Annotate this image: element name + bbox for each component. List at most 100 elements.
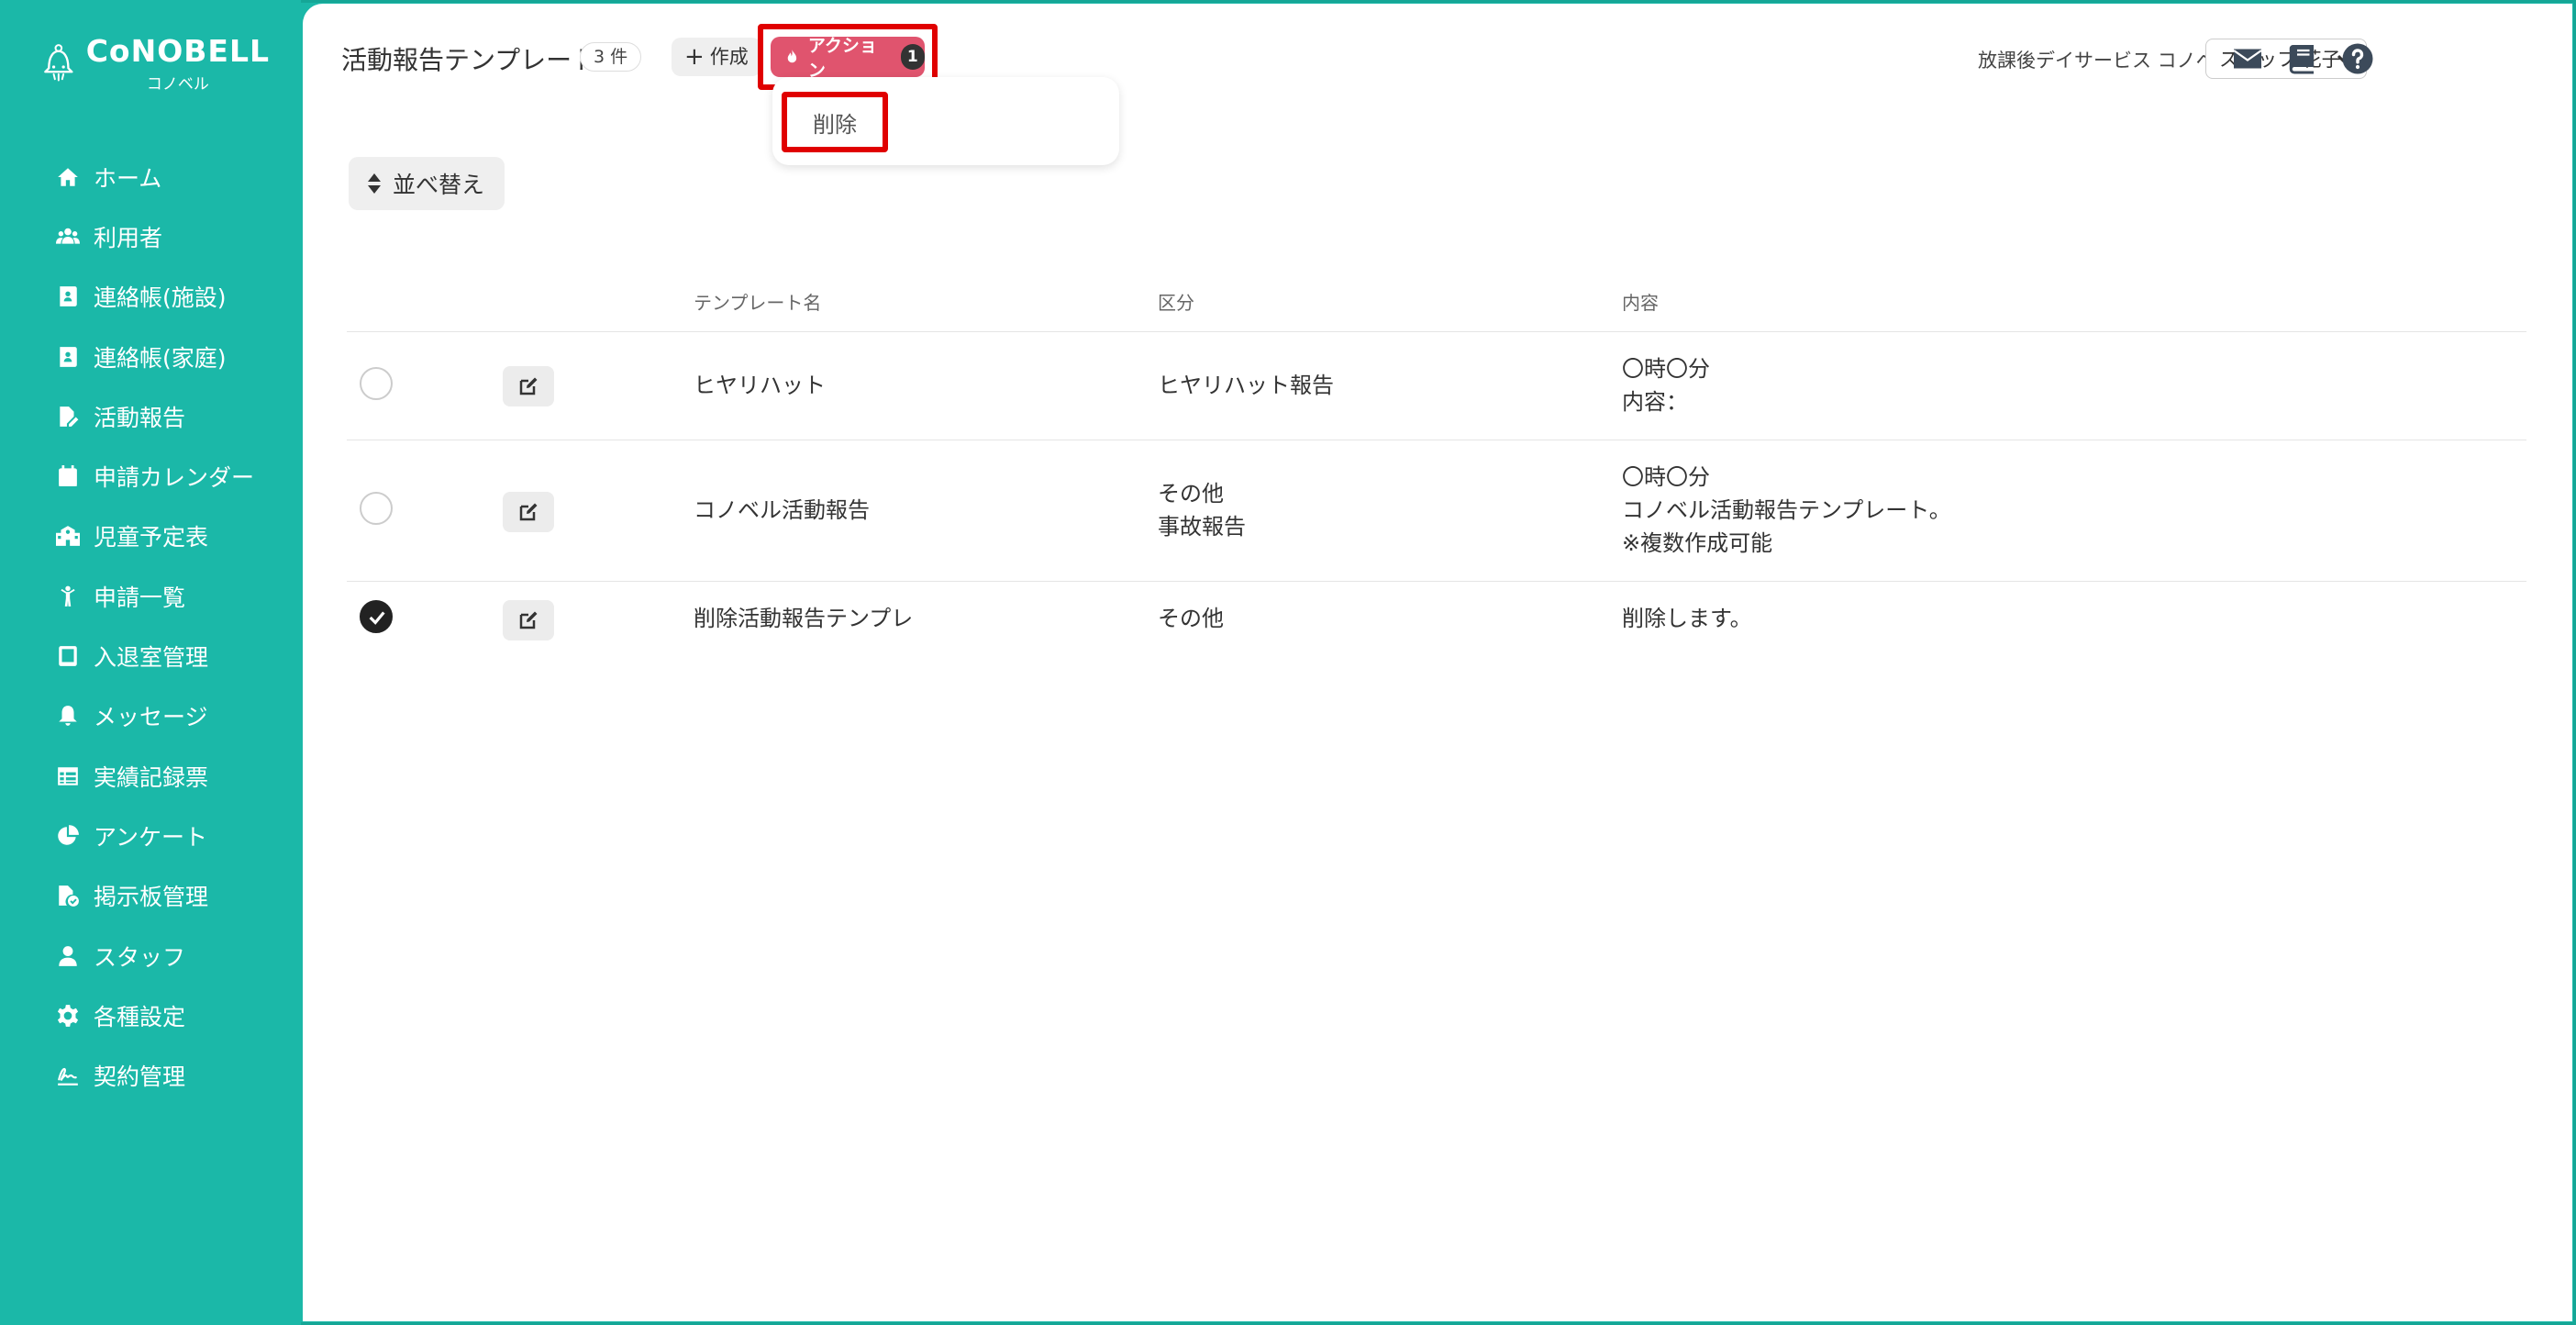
action-button-label: アクション xyxy=(807,36,877,81)
home-icon xyxy=(53,162,83,192)
sidebar-item-calendar[interactable]: 申請カレンダー xyxy=(0,446,301,506)
file-edit-icon xyxy=(53,402,83,431)
calendar-icon xyxy=(53,462,83,491)
sidebar-item-label: 申請カレンダー xyxy=(94,464,255,492)
cell-content-line: 内容： xyxy=(1622,389,1688,415)
cell-name: 削除活動報告テンプレ xyxy=(694,606,914,631)
cell-content-line: 〇時〇分 xyxy=(1622,464,1710,490)
bell-logo-icon xyxy=(44,44,73,82)
page-title: 活動報告テンプレート xyxy=(341,45,598,75)
cell-name: ヒヤリハット xyxy=(694,373,826,398)
logo-text: CoNOBELL xyxy=(85,33,270,69)
sidebar-item-label: 連絡帳(施設) xyxy=(94,284,227,312)
sidebar-item-label: 児童予定表 xyxy=(94,524,209,551)
count-badge: 3 件 xyxy=(580,42,642,72)
table-icon xyxy=(53,762,83,791)
template-table: テンプレート名 区分 内容 ヒヤリハット ヒヤリハット報告 〇時〇分 内容： コ… xyxy=(347,262,2526,655)
header-name: テンプレート名 xyxy=(694,292,822,314)
cell-content-line: コノベル活動報告テンプレート。 xyxy=(1622,497,1951,523)
school-icon xyxy=(53,521,83,551)
main-panel: 活動報告テンプレート 3 件 + 作成 アクション 1 削除 放課後デイサービス… xyxy=(303,4,2572,1321)
contact-book-icon xyxy=(53,282,83,311)
tablet-icon xyxy=(53,641,83,671)
logo[interactable]: CoNOBELL コノベル xyxy=(40,31,270,95)
cell-category: 事故報告 xyxy=(1158,514,1246,540)
bell-icon xyxy=(53,701,83,730)
book-icon[interactable] xyxy=(2286,42,2319,75)
row-checkbox[interactable] xyxy=(360,492,393,525)
sidebar-item-label: 申請一覧 xyxy=(94,584,186,611)
sidebar-item-users[interactable]: 利用者 xyxy=(0,206,301,266)
sidebar-item-label: 実績記録票 xyxy=(94,763,209,791)
edit-button[interactable] xyxy=(503,366,554,406)
edit-button[interactable] xyxy=(503,600,554,640)
cell-content-line: 〇時〇分 xyxy=(1622,356,1710,382)
sidebar-item-label: 掲示板管理 xyxy=(94,884,209,911)
edit-icon xyxy=(519,503,538,521)
sidebar-item-label: 連絡帳(家庭) xyxy=(94,344,227,372)
sidebar-item-home[interactable]: ホーム xyxy=(0,147,301,206)
facility-name: 放課後デイサービス コノベル xyxy=(1978,50,2235,72)
sidebar-item-survey[interactable]: アンケート xyxy=(0,806,301,865)
staff-icon xyxy=(53,941,83,971)
sort-icon xyxy=(368,173,381,194)
gear-icon xyxy=(53,1001,83,1030)
logo-subtext: コノベル xyxy=(146,75,209,94)
pie-chart-icon xyxy=(53,821,83,851)
file-check-icon xyxy=(53,881,83,910)
help-icon[interactable] xyxy=(2341,42,2374,75)
sidebar-item-messages[interactable]: メッセージ xyxy=(0,686,301,746)
sidebar-item-settings[interactable]: 各種設定 xyxy=(0,985,301,1045)
action-count-badge: 1 xyxy=(900,44,925,70)
sidebar-item-contract[interactable]: 契約管理 xyxy=(0,1045,301,1105)
sidebar-item-schedule[interactable]: 児童予定表 xyxy=(0,507,301,566)
table-header: テンプレート名 区分 内容 xyxy=(347,262,2526,332)
signature-icon xyxy=(53,1061,83,1090)
cell-content-line: 削除します。 xyxy=(1622,606,1752,631)
edit-icon xyxy=(519,611,538,629)
plus-icon: + xyxy=(684,43,705,71)
sidebar-item-activity-report[interactable]: 活動報告 xyxy=(0,386,301,446)
sidebar-item-label: 契約管理 xyxy=(94,1063,186,1091)
action-button[interactable]: アクション 1 xyxy=(771,36,925,81)
sidebar-item-attendance[interactable]: 入退室管理 xyxy=(0,626,301,685)
sidebar-item-label: スタッフ xyxy=(94,943,186,971)
sidebar-item-label: 利用者 xyxy=(94,224,163,251)
sidebar-item-label: アンケート xyxy=(94,823,208,851)
create-button[interactable]: + 作成 xyxy=(672,38,761,76)
cell-category: その他 xyxy=(1158,606,1224,631)
sidebar-item-label: 各種設定 xyxy=(94,1003,186,1030)
cell-name: コノベル活動報告 xyxy=(694,497,870,523)
table-row: 削除活動報告テンプレ その他 削除します。 xyxy=(347,582,2526,655)
header-category: 区分 xyxy=(1158,292,1194,314)
child-icon xyxy=(53,582,83,611)
sort-button-label: 並べ替え xyxy=(393,172,485,198)
mail-icon[interactable] xyxy=(2231,42,2264,75)
edit-icon xyxy=(519,377,538,395)
sidebar-item-label: 入退室管理 xyxy=(94,644,209,672)
edit-button[interactable] xyxy=(503,492,554,532)
sidebar-item-contact-home[interactable]: 連絡帳(家庭) xyxy=(0,327,301,386)
check-icon xyxy=(369,611,385,625)
header-content: 内容 xyxy=(1622,292,1659,314)
sidebar-item-board[interactable]: 掲示板管理 xyxy=(0,866,301,926)
page-header: 活動報告テンプレート 3 件 + 作成 アクション 1 削除 放課後デイサービス… xyxy=(303,4,2572,165)
sidebar-item-label: メッセージ xyxy=(94,704,208,731)
sidebar: CoNOBELL コノベル ホーム 利用者 連絡帳(施設) 連絡帳(家庭) 活動… xyxy=(0,0,301,1325)
users-icon xyxy=(53,222,83,251)
delete-menu-item[interactable]: 削除 xyxy=(813,106,857,139)
sidebar-item-contact-facility[interactable]: 連絡帳(施設) xyxy=(0,267,301,327)
cell-content-line: ※複数作成可能 xyxy=(1622,530,1773,556)
sidebar-item-label: 活動報告 xyxy=(94,404,186,431)
sidebar-item-staff[interactable]: スタッフ xyxy=(0,926,301,985)
create-button-label: 作成 xyxy=(709,46,749,68)
sidebar-nav: ホーム 利用者 連絡帳(施設) 連絡帳(家庭) 活動報告 申請カレンダー 児童予… xyxy=(0,147,301,1106)
contact-book-icon xyxy=(53,342,83,372)
row-checkbox[interactable] xyxy=(360,367,393,400)
table-row: コノベル活動報告 その他 事故報告 〇時〇分 コノベル活動報告テンプレート。 ※… xyxy=(347,440,2526,582)
cell-category: ヒヤリハット報告 xyxy=(1158,373,1334,398)
row-checkbox-checked[interactable] xyxy=(360,600,393,633)
sidebar-item-applications[interactable]: 申請一覧 xyxy=(0,566,301,626)
sort-button[interactable]: 並べ替え xyxy=(349,157,505,210)
sidebar-item-records[interactable]: 実績記録票 xyxy=(0,746,301,806)
